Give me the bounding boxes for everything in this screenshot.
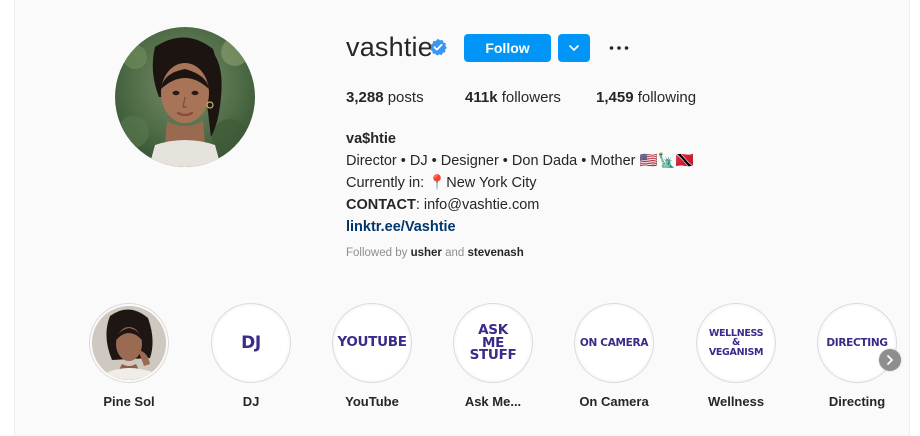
highlight-pine-sol[interactable]: Pine Sol	[69, 303, 189, 409]
highlight-youtube[interactable]: YOUTUBE YouTube	[312, 303, 432, 409]
followers-stat[interactable]: 411k followers	[465, 89, 596, 106]
highlight-cover-photo	[92, 306, 166, 380]
highlight-wellness[interactable]: WELLNESS & VEGANISM Wellness	[676, 303, 796, 409]
highlight-cover-ring: ASK ME STUFF	[453, 303, 533, 383]
highlight-dj[interactable]: DJ DJ	[191, 303, 311, 409]
bio-external-link[interactable]: linktr.ee/Vashtie	[346, 216, 694, 238]
avatar-photo	[115, 27, 255, 167]
highlight-cover-ring: ON CAMERA	[574, 303, 654, 383]
highlight-label: On Camera	[579, 394, 649, 409]
highlight-on-camera[interactable]: ON CAMERA On Camera	[554, 303, 674, 409]
posts-label: posts	[387, 89, 424, 106]
bio-line-roles: Director • DJ • Designer • Don Dada • Mo…	[346, 153, 694, 169]
highlight-cover-text: WELLNESS & VEGANISM	[708, 327, 764, 358]
chevron-right-icon	[887, 355, 893, 365]
highlight-cover-ring: WELLNESS & VEGANISM	[696, 303, 776, 383]
posts-count: 3,288	[346, 89, 384, 106]
profile-username: vashtie	[346, 32, 433, 62]
highlight-cover-ring: YOUTUBE	[332, 303, 412, 383]
following-label: following	[637, 89, 697, 106]
bio-display-name: va$htie	[346, 131, 396, 147]
followed-by-joiner: and	[441, 247, 468, 259]
highlight-cover-text: DIRECTING	[826, 336, 888, 349]
bio-contact-label: CONTACT	[346, 197, 416, 213]
highlight-cover-text: DJ	[241, 332, 261, 353]
profile-avatar[interactable]	[115, 27, 255, 167]
highlight-cover: YOUTUBE	[335, 306, 409, 380]
highlights-next-button[interactable]	[879, 349, 901, 371]
highlight-cover: ASK ME STUFF	[456, 306, 530, 380]
following-count: 1,459	[596, 89, 634, 106]
more-options-icon	[609, 46, 629, 50]
bio-line-contact: CONTACT: info@vashtie.com	[346, 194, 694, 216]
bio-contact-value: : info@vashtie.com	[415, 197, 540, 213]
profile-page: vashtie Follow 3,288 posts 411k follower…	[14, 0, 910, 436]
highlight-cover-ring: DJ	[211, 303, 291, 383]
verified-badge-icon	[429, 38, 447, 56]
posts-stat: 3,288 posts	[346, 89, 465, 106]
highlight-cover: ON CAMERA	[577, 306, 651, 380]
followers-label: followers	[501, 89, 561, 106]
highlight-photo-image	[92, 306, 166, 380]
bio-line-location: Currently in: 📍New York City	[346, 175, 537, 191]
highlight-cover-text: YOUTUBE	[337, 334, 407, 351]
followed-by-user-1: usher	[410, 247, 442, 259]
highlight-label: Directing	[828, 394, 886, 409]
followed-by-prefix: Followed by	[346, 247, 411, 259]
profile-stats: 3,288 posts 411k followers 1,459 followi…	[346, 89, 696, 106]
highlight-cover-text: ASK ME STUFF	[469, 321, 517, 364]
highlight-label: YouTube	[345, 394, 399, 409]
more-options-button[interactable]	[605, 36, 633, 60]
highlight-cover-ring: DIRECTING	[817, 303, 897, 383]
suggested-accounts-dropdown-button[interactable]	[558, 34, 590, 62]
followed-by-text[interactable]: Followed by usher and stevenash	[346, 247, 524, 259]
highlight-label: Pine Sol	[103, 394, 155, 409]
highlight-cover: WELLNESS & VEGANISM	[699, 306, 773, 380]
highlight-cover: DJ	[214, 306, 288, 380]
story-highlights-tray: Pine Sol DJ DJ YOUTUBE YouTube ASK ME ST…	[15, 303, 911, 423]
following-stat[interactable]: 1,459 following	[596, 89, 696, 106]
highlight-ask-me[interactable]: ASK ME STUFF Ask Me...	[433, 303, 553, 409]
highlight-label: DJ	[242, 394, 260, 409]
highlight-cover-ring	[89, 303, 169, 383]
highlight-label: Wellness	[707, 394, 765, 409]
chevron-down-icon	[569, 45, 579, 51]
followed-by-user-2: stevenash	[467, 247, 524, 259]
highlight-cover-text: ON CAMERA	[579, 336, 649, 349]
highlight-label: Ask Me...	[464, 394, 522, 409]
profile-bio: va$htie Director • DJ • Designer • Don D…	[346, 128, 694, 238]
followers-count: 411k	[465, 89, 498, 106]
follow-button[interactable]: Follow	[464, 34, 551, 62]
